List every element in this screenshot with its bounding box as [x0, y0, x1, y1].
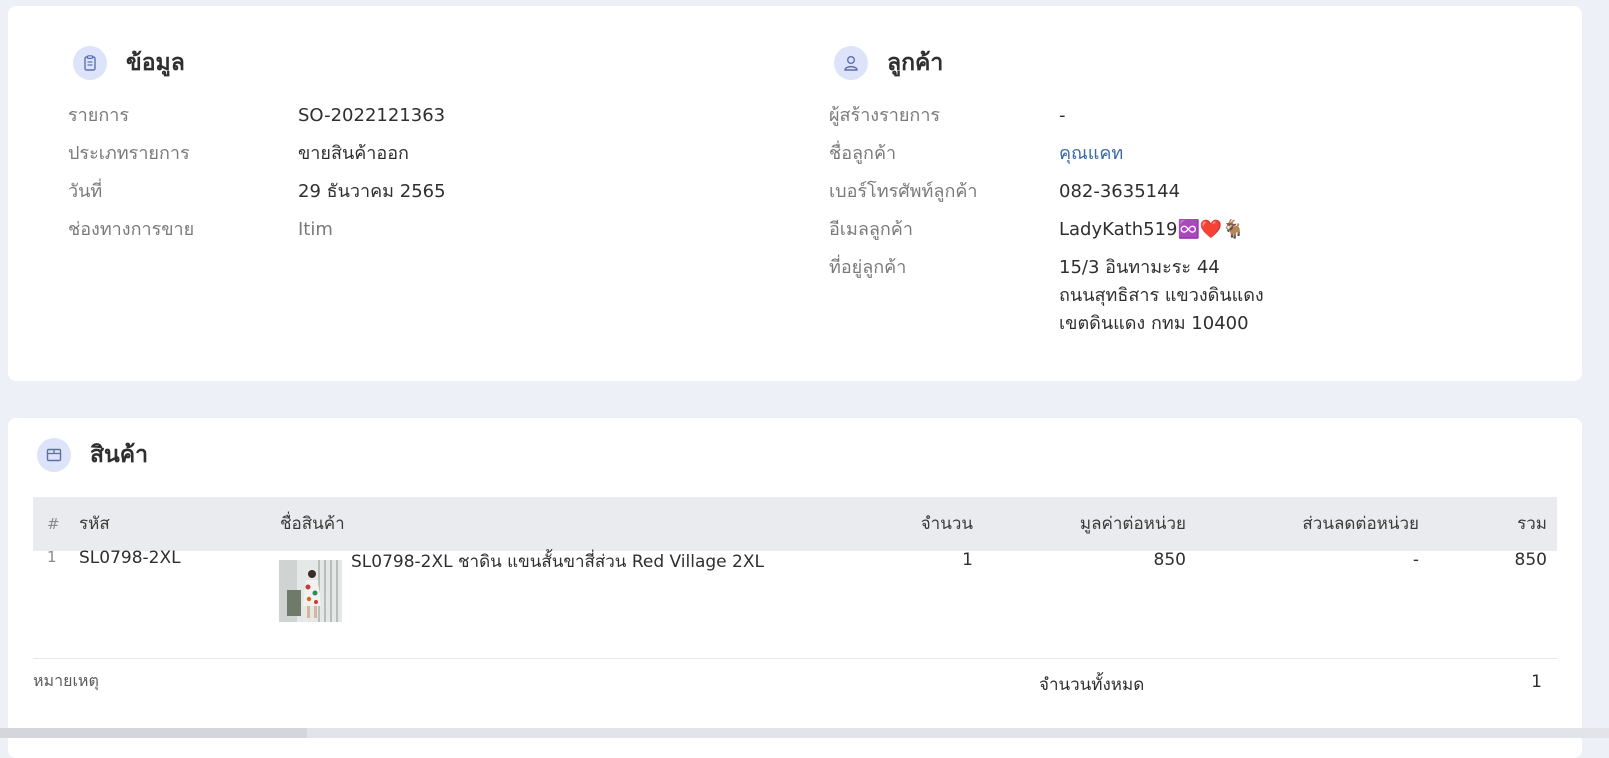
- table-divider: [33, 658, 1557, 659]
- customer-label-creator: ผู้สร้างรายการ: [829, 105, 941, 126]
- scrollbar-thumb[interactable]: [0, 728, 307, 738]
- info-title: ข้อมูล: [126, 50, 185, 76]
- col-total: รวม: [1517, 514, 1547, 534]
- product-title: สินค้า: [90, 442, 149, 468]
- total-qty-label: จำนวนทั้งหมด: [1039, 675, 1145, 695]
- info-label-date: วันที่: [68, 181, 103, 202]
- note-label: หมายเหตุ: [33, 671, 99, 690]
- info-value-order: SO-2022121363: [298, 105, 446, 126]
- user-icon: [834, 46, 868, 80]
- customer-label-phone: เบอร์โทรศัพท์ลูกค้า: [829, 181, 978, 202]
- row-unit-price: 850: [1153, 550, 1186, 570]
- address-line-2: ถนนสุทธิสาร แขวงดินแดง: [1059, 285, 1264, 306]
- info-section-header: ข้อมูล: [73, 45, 185, 81]
- product-table-header: # รหัส ชื่อสินค้า จำนวน มูลค่าต่อหน่วย ส…: [33, 497, 1557, 551]
- info-card: ข้อมูล รายการ SO-2022121363 ประเภทรายการ…: [8, 6, 1582, 381]
- customer-label-address: ที่อยู่ลูกค้า: [829, 257, 907, 278]
- product-name-link[interactable]: SL0798-2XL ชาดิน แขนสั้นขาสี่ส่วน Red Vi…: [351, 548, 764, 575]
- customer-section-header: ลูกค้า: [834, 45, 943, 81]
- horizontal-scrollbar[interactable]: [0, 728, 1609, 738]
- customer-label-name: ชื่อลูกค้า: [829, 143, 897, 164]
- address-line-3: เขตดินแดง กทม 10400: [1059, 313, 1249, 334]
- product-thumbnail[interactable]: [279, 560, 342, 622]
- product-code-link[interactable]: SL0798-2XL: [79, 548, 181, 568]
- col-code: รหัส: [79, 514, 110, 534]
- row-index: 1: [47, 548, 57, 566]
- clipboard-icon: [73, 46, 107, 80]
- product-card: สินค้า # รหัส ชื่อสินค้า จำนวน มูลค่าต่อ…: [8, 418, 1582, 758]
- customer-value-creator: -: [1059, 105, 1066, 126]
- customer-title: ลูกค้า: [887, 50, 944, 76]
- info-value-channel: Itim: [298, 219, 333, 240]
- row-qty: 1: [962, 550, 973, 570]
- customer-value-address: 15/3 อินทามะระ 44 ถนนสุทธิสาร แขวงดินแดง…: [1059, 254, 1264, 338]
- customer-value-email: LadyKath519♾️❤️🐐: [1059, 219, 1245, 240]
- col-qty: จำนวน: [920, 514, 973, 534]
- info-label-order: รายการ: [68, 105, 129, 126]
- product-section-header: สินค้า: [37, 437, 148, 473]
- row-discount: -: [1412, 550, 1419, 570]
- customer-value-phone: 082-3635144: [1059, 181, 1181, 202]
- info-value-date: 29 ธันวาคม 2565: [298, 181, 446, 202]
- info-value-type: ขายสินค้าออก: [298, 143, 409, 164]
- col-unit-price: มูลค่าต่อหน่วย: [1079, 514, 1186, 534]
- info-label-channel: ช่องทางการขาย: [68, 219, 195, 240]
- customer-name-link[interactable]: คุณแคท: [1059, 140, 1123, 168]
- col-name: ชื่อสินค้า: [280, 514, 345, 534]
- row-total: 850: [1514, 550, 1547, 570]
- customer-label-email: อีเมลลูกค้า: [829, 219, 913, 240]
- address-line-1: 15/3 อินทามะระ 44: [1059, 257, 1220, 278]
- total-qty-value: 1: [1531, 672, 1542, 692]
- info-label-type: ประเภทรายการ: [68, 143, 190, 164]
- col-discount: ส่วนลดต่อหน่วย: [1302, 514, 1419, 534]
- col-index: #: [47, 515, 60, 533]
- box-icon: [37, 438, 71, 472]
